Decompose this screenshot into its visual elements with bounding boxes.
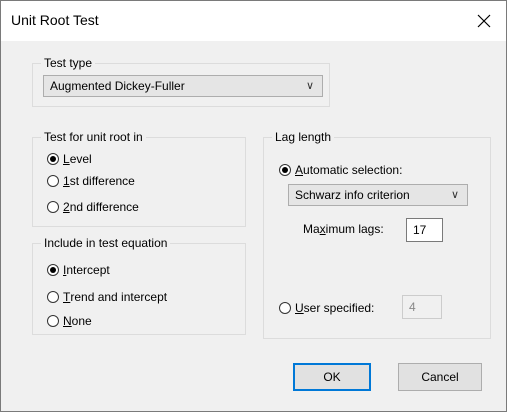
automatic-label: utomatic selection: — [303, 163, 403, 177]
cancel-button[interactable]: Cancel — [398, 363, 482, 391]
chevron-down-icon: ∨ — [450, 189, 459, 201]
criterion-value: Schwarz info criterion — [295, 188, 410, 202]
radio-user-specified[interactable]: User specified: — [279, 301, 374, 315]
lag-length-label: Lag length — [272, 130, 335, 144]
radio-2nd-difference[interactable]: 2nd difference — [47, 200, 139, 214]
test-type-label: Test type — [41, 56, 96, 70]
radio-1st-mnemonic: 1 — [63, 174, 70, 188]
radio-trend-and-intercept[interactable]: Trend and intercept — [47, 290, 167, 304]
user-mnemonic: U — [295, 301, 304, 315]
criterion-select[interactable]: Schwarz info criterion ∨ — [288, 184, 468, 206]
radio-button[interactable] — [279, 302, 291, 314]
test-type-value: Augmented Dickey-Fuller — [50, 79, 185, 93]
user-label: ser specified: — [303, 301, 375, 315]
radio-intercept[interactable]: Intercept — [47, 263, 110, 277]
window-title: Unit Root Test — [11, 12, 99, 28]
radio-level-mnemonic: L — [63, 152, 70, 166]
user-specified-input[interactable]: 4 — [402, 295, 442, 319]
radio-none-mnemonic: N — [63, 314, 72, 328]
radio-1st-difference[interactable]: 1st difference — [47, 174, 135, 188]
title-bar: Unit Root Test — [1, 1, 506, 41]
radio-automatic-selection[interactable]: Automatic selection: — [279, 163, 402, 177]
ok-button[interactable]: OK — [293, 363, 371, 391]
close-button[interactable] — [462, 1, 506, 41]
include-label: Include in test equation — [41, 236, 171, 250]
radio-button[interactable] — [47, 315, 59, 327]
radio-level[interactable]: Level — [47, 152, 92, 166]
radio-button-selected[interactable] — [47, 264, 59, 276]
radio-trend-label: rend and intercept — [70, 290, 168, 304]
radio-level-label: evel — [69, 152, 92, 166]
radio-button-selected[interactable] — [47, 153, 59, 165]
max-lags-input[interactable]: 17 — [406, 218, 443, 242]
radio-button[interactable] — [47, 175, 59, 187]
radio-2nd-mnemonic: 2 — [63, 200, 70, 214]
chevron-down-icon: ∨ — [305, 80, 314, 92]
radio-button[interactable] — [47, 291, 59, 303]
radio-none-label: one — [71, 314, 92, 328]
radio-1st-label: st difference — [69, 174, 135, 188]
radio-button-selected[interactable] — [279, 164, 291, 176]
max-lags-label: Maximum lags: — [303, 222, 384, 236]
unit-root-test-dialog: Unit Root Test Test type Augmented Dicke… — [0, 0, 507, 412]
max-lags-value: 17 — [413, 223, 427, 237]
automatic-mnemonic: A — [295, 163, 304, 177]
user-specified-value: 4 — [409, 300, 416, 314]
radio-intercept-label: ntercept — [66, 263, 110, 277]
radio-trend-mnemonic: T — [63, 290, 71, 304]
test-type-select[interactable]: Augmented Dickey-Fuller ∨ — [43, 75, 323, 97]
unit-root-in-label: Test for unit root in — [41, 130, 146, 144]
radio-button[interactable] — [47, 201, 59, 213]
radio-none[interactable]: None — [47, 314, 92, 328]
close-icon — [477, 14, 491, 28]
radio-2nd-label: nd difference — [69, 200, 139, 214]
